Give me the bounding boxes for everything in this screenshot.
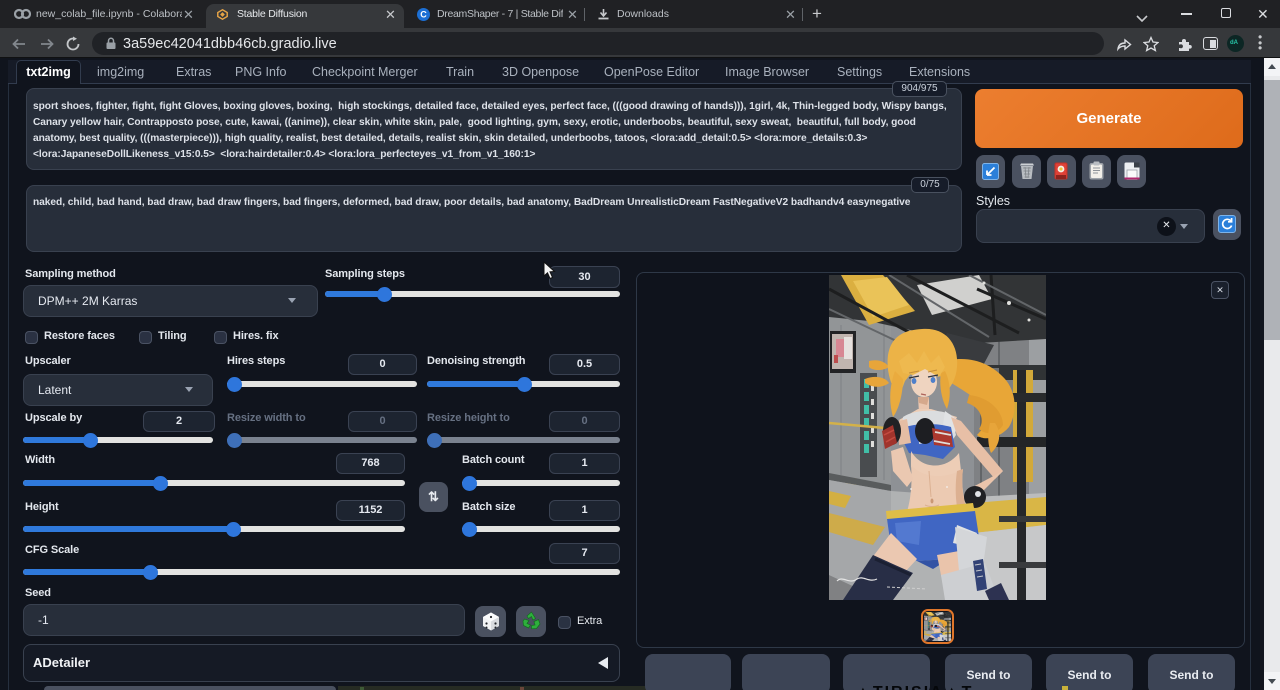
svg-text:C: C (420, 10, 427, 20)
